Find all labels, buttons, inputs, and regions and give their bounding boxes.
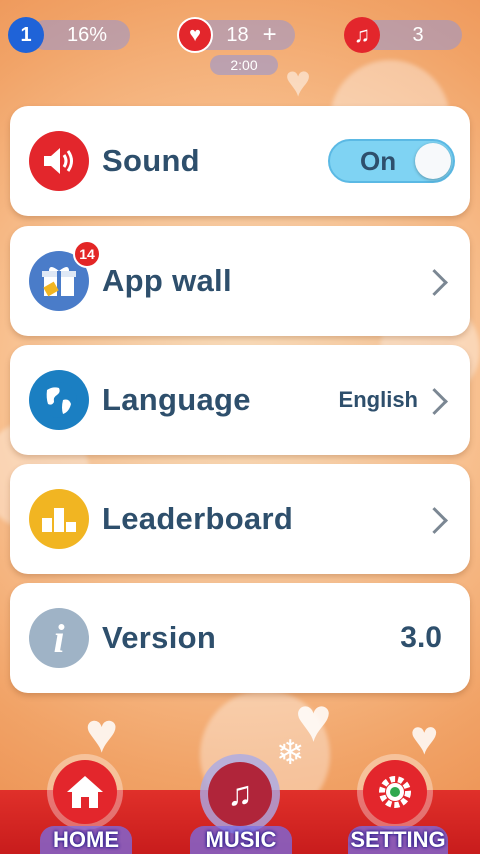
sound-label: Sound — [102, 143, 200, 178]
lives-timer: 2:00 — [210, 55, 278, 75]
progress-text: 16% — [66, 23, 108, 46]
version-row: i Version 3.0 — [10, 583, 470, 693]
app-wall-label: App wall — [102, 263, 232, 298]
music-note-icon[interactable]: ♫ — [208, 762, 272, 826]
nav-home-label[interactable]: HOME — [40, 826, 132, 854]
globe-icon — [29, 370, 89, 430]
info-icon: i — [29, 608, 89, 668]
level-number: 1 — [20, 23, 32, 46]
chevron-right-icon — [421, 269, 448, 296]
house-icon[interactable] — [53, 760, 117, 824]
podium-icon — [29, 489, 89, 549]
language-row[interactable]: Language English — [10, 345, 470, 455]
notes-count: 3 — [412, 23, 424, 46]
heart-decoration: ♥ — [410, 712, 439, 765]
music-note-icon: ♫ — [344, 17, 380, 53]
progress-pill: 16% — [30, 20, 130, 50]
language-label: Language — [102, 382, 251, 417]
add-lives-button[interactable]: + — [263, 21, 277, 49]
speaker-icon — [29, 131, 89, 191]
app-wall-row[interactable]: 14 App wall — [10, 226, 470, 336]
gear-icon[interactable] — [363, 760, 427, 824]
nav-music-label[interactable]: MUSIC — [190, 826, 292, 854]
heart-decoration: ♥ — [285, 57, 312, 106]
sound-setting: Sound On — [10, 106, 470, 216]
leaderboard-row[interactable]: Leaderboard — [10, 464, 470, 574]
lives-count: 18 — [226, 23, 249, 46]
heart-decoration: ♥ — [85, 701, 119, 764]
nav-setting-label[interactable]: SETTING — [348, 826, 448, 854]
version-value: 3.0 — [400, 621, 442, 654]
chevron-right-icon — [421, 388, 448, 415]
heart-icon: ♥ — [177, 17, 213, 53]
version-label: Version — [102, 620, 217, 655]
sound-toggle-text: On — [360, 145, 397, 176]
chevron-right-icon — [421, 507, 448, 534]
leaderboard-label: Leaderboard — [102, 501, 294, 536]
notification-badge: 14 — [73, 240, 101, 268]
timer-text: 2:00 — [230, 57, 258, 73]
level-badge-icon: 1 — [8, 17, 44, 53]
language-value: English — [338, 387, 418, 412]
toggle-knob — [415, 143, 451, 179]
snowflake-decoration: ❄ — [276, 734, 305, 772]
sound-toggle[interactable]: On — [328, 139, 455, 183]
